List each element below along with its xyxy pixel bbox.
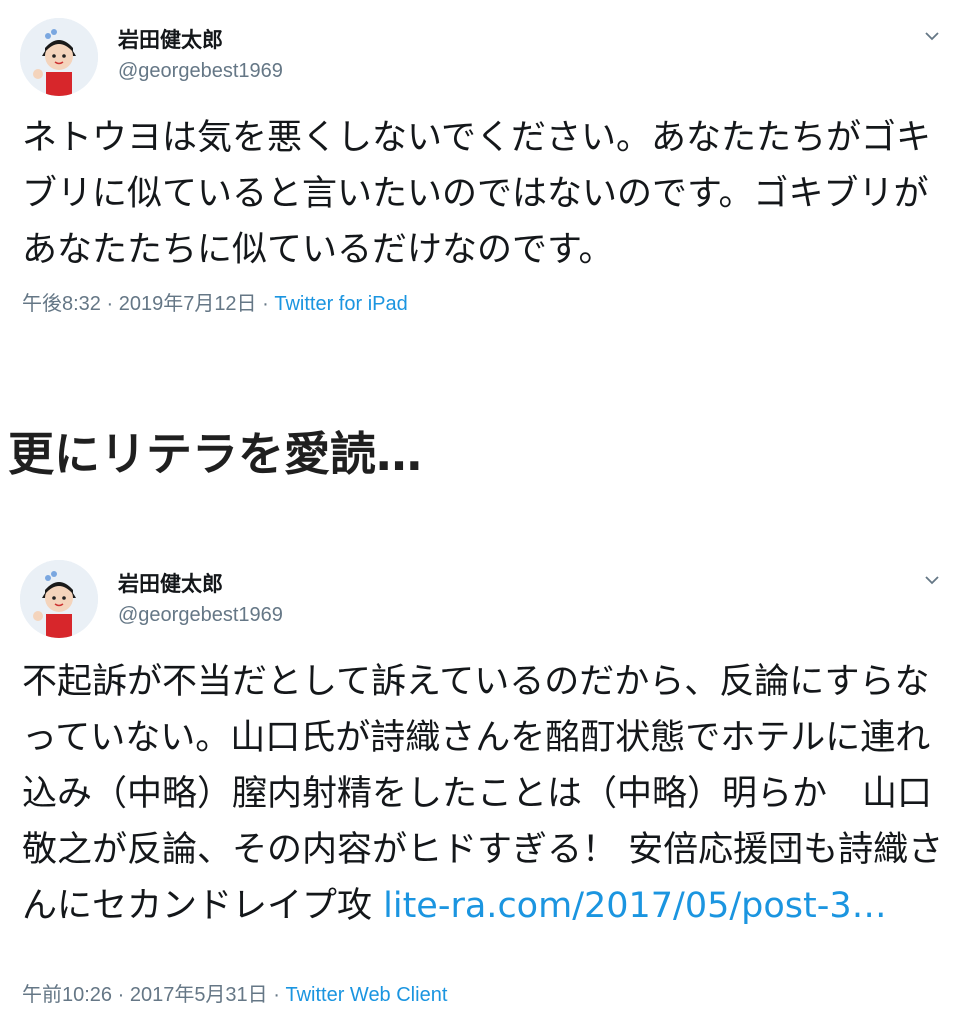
- tweet-text: 不起訴が不当だとして訴えているのだから、反論にすらなっていない。山口氏が詩織さん…: [22, 654, 947, 934]
- tweet-text-content: ネトウヨは気を悪くしないでください。あなたたちがゴキブリに似ていると言いたいので…: [22, 118, 931, 270]
- user-handle[interactable]: @georgebest1969: [118, 60, 283, 83]
- avatar-image: [20, 560, 98, 638]
- tweet-text: ネトウヨは気を悪くしないでください。あなたたちがゴキブリに似ていると言いたいので…: [22, 110, 947, 278]
- section-heading: 更にリテラを愛読…: [8, 427, 422, 481]
- tweet-link[interactable]: lite-ra.com/2017/05/post-3…: [383, 886, 887, 926]
- chevron-down-icon[interactable]: [922, 570, 942, 590]
- tweet-timestamp[interactable]: 午前10:26 · 2017年5月31日 ·: [22, 984, 285, 1006]
- tweet-timestamp[interactable]: 午後8:32 · 2019年7月12日 ·: [22, 293, 274, 315]
- chevron-down-icon[interactable]: [922, 26, 942, 46]
- tweet-meta: 午後8:32 · 2019年7月12日 · Twitter for iPad: [22, 287, 408, 316]
- tweet-source[interactable]: Twitter for iPad: [274, 293, 407, 315]
- tweet-source[interactable]: Twitter Web Client: [285, 984, 447, 1006]
- tweet-meta: 午前10:26 · 2017年5月31日 · Twitter Web Clien…: [22, 978, 447, 1007]
- display-name[interactable]: 岩田健太郎: [118, 24, 223, 54]
- display-name[interactable]: 岩田健太郎: [118, 568, 223, 598]
- avatar[interactable]: [20, 560, 98, 638]
- user-handle[interactable]: @georgebest1969: [118, 604, 283, 627]
- avatar[interactable]: [20, 18, 98, 96]
- avatar-image: [20, 18, 98, 96]
